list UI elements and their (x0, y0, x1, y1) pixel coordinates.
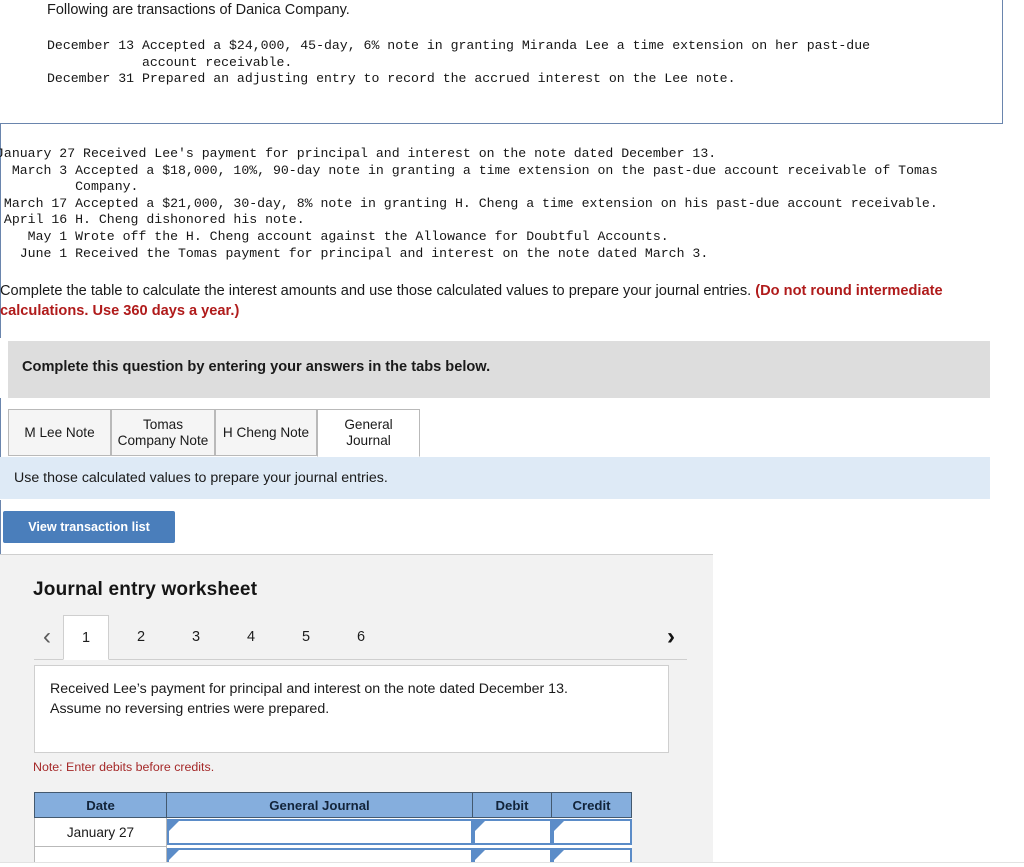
credit-amount-input-wrapper[interactable] (551, 819, 632, 846)
worksheet-page-tab-label: 2 (136, 629, 146, 645)
column-header-general-journal: General Journal (166, 792, 473, 818)
worksheet-page-tab-label: 4 (246, 629, 256, 645)
problem-transactions-bottom: January 27 Received Lee's payment for pr… (0, 146, 938, 261)
debits-before-credits-note: Note: Enter debits before credits. (33, 760, 215, 774)
tab-label: General Journal (344, 417, 393, 448)
problem-intro-text: Following are transactions of Danica Com… (47, 2, 350, 18)
debit-amount-input-wrapper[interactable] (472, 819, 552, 846)
page-root: Following are transactions of Danica Com… (0, 0, 1024, 867)
entry-description-text: Received Lee’s payment for principal and… (50, 681, 568, 717)
entry-description-card: Received Lee’s payment for principal and… (34, 665, 669, 753)
credit-amount-input[interactable] (553, 821, 630, 844)
tab-m-lee-note[interactable]: M Lee Note (8, 409, 111, 456)
question-banner: Complete this question by entering your … (8, 341, 990, 398)
worksheet-page-tab-label: 6 (356, 629, 366, 645)
page-left-border-3 (0, 500, 1, 560)
journal-table-row: January 27 (34, 817, 632, 847)
debit-amount-input-cell (472, 817, 552, 847)
problem-transactions-top: December 13 Accepted a $24,000, 45-day, … (47, 38, 871, 87)
worksheet-pager: ‹ 1 2 3 4 5 6 › (27, 615, 687, 660)
sub-instruction-text: Use those calculated values to prepare y… (14, 470, 388, 486)
problem-statement-inner: Following are transactions of Danica Com… (47, 1, 997, 88)
chevron-right-icon[interactable]: › (658, 623, 684, 651)
worksheet-page-tab-label: 5 (301, 629, 311, 645)
pager-underline (34, 659, 687, 660)
viewport-bottom-edge (0, 862, 1024, 867)
column-header-date: Date (34, 792, 167, 818)
journal-account-input-wrapper[interactable] (167, 819, 473, 846)
sub-instruction-bar: Use those calculated values to prepare y… (0, 457, 990, 499)
journal-row-date: January 27 (34, 817, 167, 847)
worksheet-page-tab-5[interactable]: 5 (283, 615, 329, 659)
journal-entry-worksheet-panel: Journal entry worksheet ‹ 1 2 3 4 5 6 › Recei… (0, 554, 713, 867)
tab-label: M Lee Note (24, 424, 95, 440)
debit-amount-input[interactable] (474, 821, 550, 844)
problem-statement-box: Following are transactions of Danica Com… (0, 0, 1003, 124)
tab-tomas-company-note[interactable]: Tomas Company Note (111, 409, 215, 456)
worksheet-page-tab-6[interactable]: 6 (338, 615, 384, 659)
tab-label: H Cheng Note (222, 424, 310, 440)
worksheet-page-tab-4[interactable]: 4 (228, 615, 274, 659)
journal-account-input-cell (166, 817, 473, 847)
worksheet-page-tab-3[interactable]: 3 (173, 615, 219, 659)
worksheet-page-tab-label: 3 (191, 629, 201, 645)
question-banner-text: Complete this question by entering your … (22, 359, 491, 375)
worksheet-title: Journal entry worksheet (33, 579, 258, 600)
column-header-credit: Credit (551, 792, 632, 818)
instruction-paragraph: Complete the table to calculate the inte… (0, 281, 1000, 321)
journal-entry-table: Date General Journal Debit Credit Januar… (34, 792, 632, 867)
journal-table-header-row: Date General Journal Debit Credit (34, 792, 632, 818)
credit-amount-input-cell (551, 817, 632, 847)
tab-general-journal[interactable]: General Journal (317, 409, 420, 457)
view-transaction-list-button[interactable]: View transaction list (3, 511, 175, 543)
worksheet-page-tab-label: 1 (81, 629, 91, 646)
column-header-debit: Debit (472, 792, 552, 818)
answer-tabs: M Lee Note Tomas Company Note H Cheng Note… (8, 409, 990, 458)
tab-h-cheng-note[interactable]: H Cheng Note (215, 409, 317, 456)
instruction-normal-text: Complete the table to calculate the inte… (0, 283, 756, 299)
worksheet-page-tab-1[interactable]: 1 (63, 615, 109, 660)
chevron-left-icon[interactable]: ‹ (34, 623, 60, 651)
journal-account-input[interactable] (169, 821, 471, 844)
tab-label: Tomas Company Note (117, 416, 209, 448)
worksheet-page-tab-2[interactable]: 2 (118, 615, 164, 659)
